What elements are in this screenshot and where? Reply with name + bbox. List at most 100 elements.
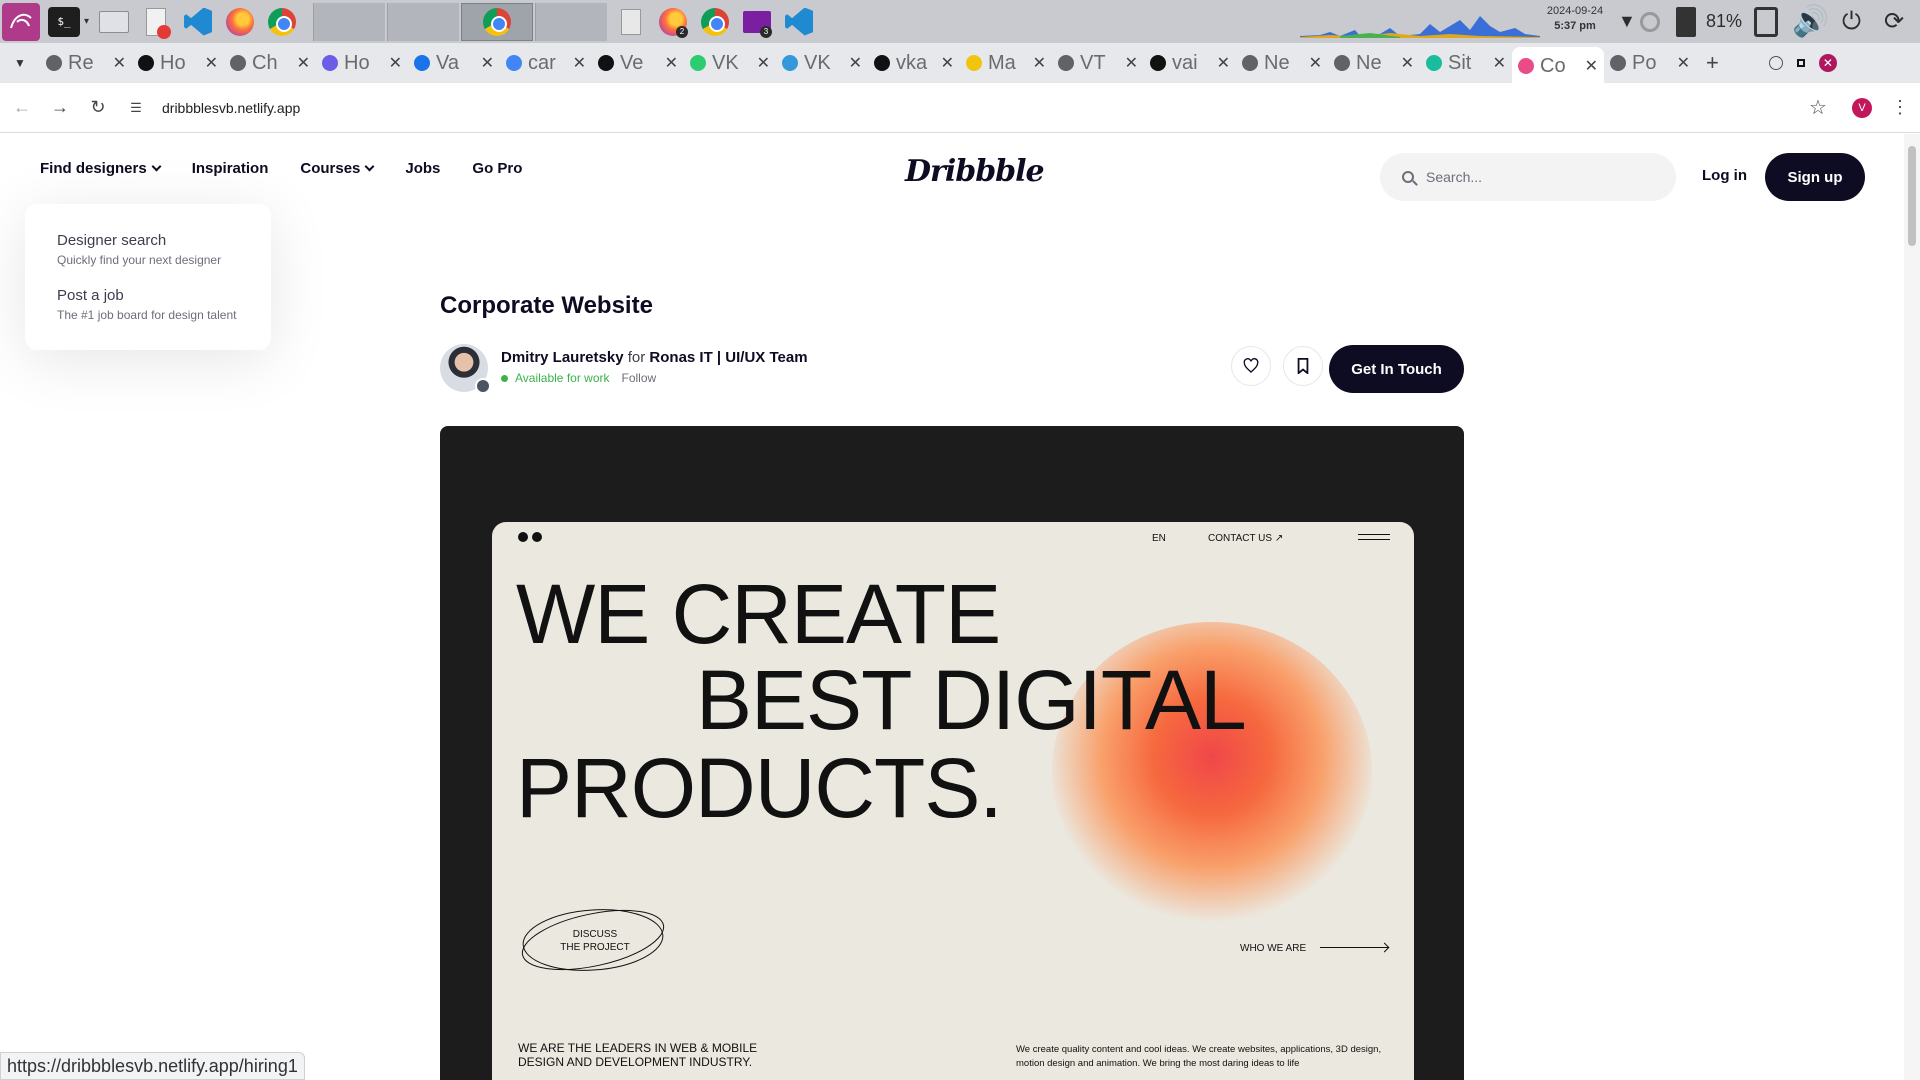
battery-icon[interactable] [1676,0,1696,43]
tab-favicon-icon [46,55,62,71]
profile-avatar[interactable]: V [1852,97,1872,118]
tab-list-chevron-icon[interactable]: ▼ [0,56,40,70]
power-icon[interactable]: ⏻ [1842,0,1861,43]
browser-tab[interactable]: Ch ✕ [224,47,316,79]
get-in-touch-button[interactable]: Get In Touch [1329,345,1464,393]
tab-close-icon[interactable]: ✕ [1401,53,1414,73]
browser-menu-icon[interactable]: ⋮ [1884,92,1916,124]
back-icon[interactable]: ← [6,92,38,124]
tab-close-icon[interactable]: ✕ [389,53,402,73]
chevron-down-icon[interactable]: ▾ [84,16,89,27]
tab-close-icon[interactable]: ✕ [481,53,494,73]
system-clock[interactable]: 2024-09-24 5:37 pm [1540,4,1610,34]
pro-badge-icon [475,378,491,394]
tab-close-icon[interactable]: ✕ [1677,53,1690,73]
dropdown-item-subtitle: Quickly find your next designer [57,253,222,267]
tab-close-icon[interactable]: ✕ [205,53,218,73]
folder-icon[interactable]: 3 [740,5,774,39]
availability-status: Available for work [515,371,610,385]
tab-favicon-icon [1426,55,1442,71]
tab-close-icon[interactable]: ✕ [941,53,954,73]
tab-close-icon[interactable]: ✕ [113,53,126,73]
url-field[interactable]: dribbblesvb.netlify.app [162,100,300,116]
taskbar-window-2[interactable] [387,2,460,41]
dropdown-item-designer-search[interactable]: Designer search Quickly find your next d… [57,232,271,267]
tab-close-icon[interactable]: ✕ [1585,56,1598,76]
dribbble-logo[interactable]: Dribbble [905,154,1045,189]
browser-tab[interactable]: Co ✕ [1512,47,1604,85]
kali-menu-icon[interactable] [2,2,40,41]
like-button[interactable] [1231,346,1271,386]
browser-tab[interactable]: VT ✕ [1052,47,1144,79]
browser-tab[interactable]: Va ✕ [408,47,500,79]
window-close-icon[interactable]: ✕ [1818,54,1837,72]
tab-close-icon[interactable]: ✕ [1309,53,1322,73]
file-manager-icon[interactable] [97,5,131,39]
browser-tab[interactable]: Re ✕ [40,47,132,79]
browser-tab[interactable]: vka ✕ [868,47,960,79]
tab-close-icon[interactable]: ✕ [849,53,862,73]
nav-jobs[interactable]: Jobs [405,160,440,177]
firefox-window-icon[interactable]: 2 [656,5,690,39]
taskbar-window-4[interactable] [535,2,608,41]
browser-tab[interactable]: Ma ✕ [960,47,1052,79]
tab-close-icon[interactable]: ✕ [1125,53,1138,73]
chrome-icon[interactable] [265,5,299,39]
nav-inspiration[interactable]: Inspiration [192,160,269,177]
vscode-window-icon[interactable] [782,5,816,39]
taskbar-window-chrome[interactable] [461,2,534,41]
text-editor-icon[interactable] [139,5,173,39]
terminal-icon[interactable]: $_ [48,6,80,37]
window-maximize-icon[interactable] [1796,59,1805,67]
search-input[interactable]: Search... [1380,153,1676,201]
firefox-icon[interactable] [223,5,257,39]
tab-close-icon[interactable]: ✕ [1217,53,1230,73]
refresh-icon[interactable]: ⟳ [1884,0,1904,43]
page-scrollbar[interactable] [1904,134,1920,1080]
chrome-window-icon[interactable] [698,5,732,39]
tab-close-icon[interactable]: ✕ [757,53,770,73]
new-tab-button[interactable]: + [1706,50,1719,76]
browser-tab[interactable]: Ho ✕ [316,47,408,79]
tab-favicon-icon [1334,55,1350,71]
dropdown-item-post-job[interactable]: Post a job The #1 job board for design t… [57,287,271,322]
save-button[interactable] [1283,346,1323,386]
browser-tab[interactable]: vai ✕ [1144,47,1236,79]
window-minimize-icon[interactable] [1768,56,1783,70]
tab-close-icon[interactable]: ✕ [1033,53,1046,73]
sync-icon[interactable] [1640,0,1660,43]
nav-courses[interactable]: Courses [300,160,375,177]
browser-tab[interactable]: Ho ✕ [132,47,224,79]
taskbar-window-1[interactable] [313,2,386,41]
team-name[interactable]: Ronas IT | UI/UX Team [649,349,807,366]
scrollbar-thumb[interactable] [1908,146,1916,246]
browser-tab[interactable]: Ne ✕ [1328,47,1420,79]
shot-image[interactable]: EN CONTACT US ↗ WE CREATE BEST DIGITAL P… [440,426,1464,1080]
browser-tab[interactable]: Ne ✕ [1236,47,1328,79]
clipboard-icon[interactable] [1754,0,1778,43]
wifi-icon[interactable]: ▼ [1618,0,1636,43]
site-info-icon[interactable]: ☰ [120,92,152,124]
volume-icon[interactable]: 🔊 [1792,0,1829,43]
browser-tab[interactable]: car ✕ [500,47,592,79]
nav-find-designers[interactable]: Find designers [40,160,162,177]
vscode-icon[interactable] [181,5,215,39]
tab-close-icon[interactable]: ✕ [573,53,586,73]
signup-button[interactable]: Sign up [1765,153,1865,201]
author-name[interactable]: Dmitry Lauretsky [501,349,624,366]
document-icon[interactable] [614,5,648,39]
forward-icon[interactable]: → [44,92,76,124]
tab-close-icon[interactable]: ✕ [297,53,310,73]
login-link[interactable]: Log in [1702,167,1747,184]
bookmark-star-icon[interactable]: ☆ [1802,92,1834,124]
nav-go-pro[interactable]: Go Pro [472,160,522,177]
tab-close-icon[interactable]: ✕ [665,53,678,73]
follow-link[interactable]: Follow [622,371,657,385]
browser-tab[interactable]: VK ✕ [684,47,776,79]
tab-close-icon[interactable]: ✕ [1493,53,1506,73]
browser-tab[interactable]: VK ✕ [776,47,868,79]
browser-tab[interactable]: Po ✕ [1604,47,1696,79]
browser-tab[interactable]: Sit ✕ [1420,47,1512,79]
reload-icon[interactable]: ↻ [82,92,114,124]
browser-tab[interactable]: Ve ✕ [592,47,684,79]
